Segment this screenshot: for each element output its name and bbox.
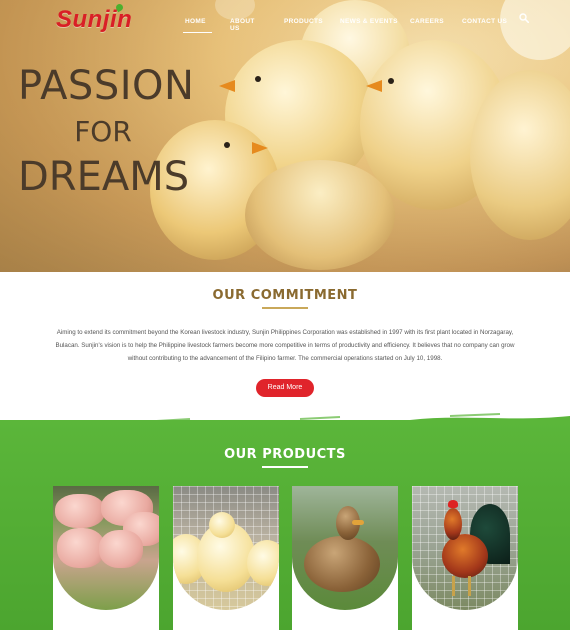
- commitment-title: OUR COMMITMENT: [212, 288, 358, 303]
- hero-line-3: DREAMS: [18, 154, 190, 200]
- chicks-image: [173, 486, 279, 610]
- product-card-pigs[interactable]: [53, 486, 159, 630]
- nav-news-events[interactable]: NEWS & EVENTS: [340, 16, 398, 27]
- hero-banner: Sunjin HOME ABOUT US PRODUCTS NEWS & EVE…: [0, 0, 570, 272]
- nav-home[interactable]: HOME: [183, 16, 212, 33]
- product-card-chicks[interactable]: [173, 486, 279, 630]
- product-card-rooster[interactable]: [412, 486, 518, 630]
- pigs-image: [53, 486, 159, 610]
- hero-line-1: PASSION: [18, 63, 195, 109]
- nav-products[interactable]: PRODUCTS: [284, 16, 323, 27]
- nav-contact-us[interactable]: CONTACT US: [462, 16, 507, 27]
- title-underline: [262, 307, 308, 309]
- sunjin-logo[interactable]: Sunjin: [56, 2, 132, 34]
- hero-tagline: PASSION FOR DREAMS: [18, 62, 195, 200]
- duck-image: [292, 486, 398, 610]
- commitment-text: Aiming to extend its commitment beyond t…: [55, 329, 515, 362]
- nav-about-us[interactable]: ABOUT US: [230, 16, 255, 34]
- products-title: OUR PRODUCTS: [224, 447, 346, 462]
- title-underline: [262, 466, 308, 468]
- read-more-button[interactable]: Read More: [256, 379, 314, 397]
- product-card-duck[interactable]: [292, 486, 398, 630]
- nav-careers[interactable]: CAREERS: [410, 16, 444, 27]
- hero-line-2: FOR: [74, 115, 132, 148]
- search-icon[interactable]: [519, 13, 529, 23]
- rooster-image: [412, 486, 518, 610]
- chick-image: [245, 160, 395, 270]
